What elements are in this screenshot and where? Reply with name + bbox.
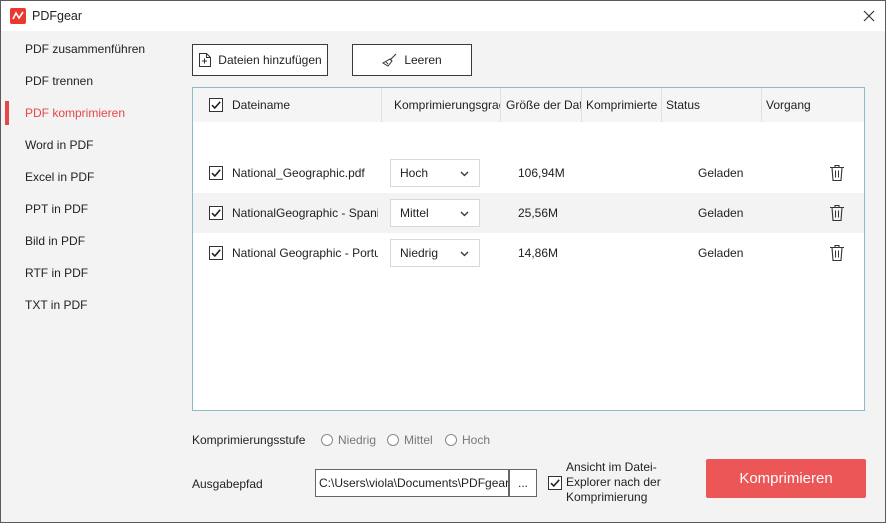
file-name: National Geographic - Portuguese.pdf: [232, 246, 378, 260]
sidebar-item-label: TXT in PDF: [25, 298, 88, 312]
compression-level-select[interactable]: Niedrig: [390, 239, 480, 267]
add-files-button[interactable]: Dateien hinzufügen: [192, 44, 328, 76]
file-name: NationalGeographic - Spanish.pdf: [232, 206, 378, 220]
sidebar-item-rtf[interactable]: RTF in PDF: [5, 259, 172, 287]
checkmark-icon: [211, 101, 221, 110]
sidebar-item-txt[interactable]: TXT in PDF: [5, 291, 172, 319]
app-window: PDFgear PDF zusammenführen PDF trennen P…: [0, 0, 886, 523]
file-status: Geladen: [698, 246, 744, 260]
table-row: National Geographic - Portuguese.pdf Nie…: [193, 233, 864, 273]
delete-trash-icon[interactable]: [829, 164, 845, 182]
checkmark-icon: [211, 249, 221, 258]
sidebar-item-ppt[interactable]: PPT in PDF: [5, 195, 172, 223]
column-header-size[interactable]: Größe der Datei: [502, 88, 582, 122]
chevron-down-icon: [460, 251, 469, 257]
compress-button[interactable]: Komprimieren: [706, 459, 866, 498]
column-header-action[interactable]: Vorgang: [762, 88, 864, 122]
radio-low-label: Niedrig: [338, 433, 377, 447]
select-all-checkbox[interactable]: [209, 98, 223, 112]
sidebar-item-label: Bild in PDF: [25, 234, 86, 248]
open-explorer-label: Ansicht im Datei- Explorer nach der Komp…: [566, 460, 661, 504]
sidebar-item-word[interactable]: Word in PDF: [5, 131, 172, 159]
delete-trash-icon[interactable]: [829, 204, 845, 222]
pdfgear-logo-icon: [10, 8, 26, 24]
title-bar: PDFgear: [1, 1, 885, 31]
table-row: National_Geographic.pdf Hoch 106,94M Gel…: [193, 153, 864, 193]
radio-high[interactable]: [445, 434, 457, 446]
row-checkbox[interactable]: [209, 206, 223, 220]
column-header-compressed[interactable]: Komprimierte: [582, 88, 662, 122]
sidebar: PDF zusammenführen PDF trennen PDF kompr…: [1, 31, 172, 522]
checkmark-icon: [211, 209, 221, 218]
file-status: Geladen: [698, 206, 744, 220]
chevron-down-icon: [460, 171, 469, 177]
table-header: Dateiname Komprimierungsgrad Größe der D…: [193, 88, 864, 122]
close-button[interactable]: [857, 5, 881, 27]
table-row: NationalGeographic - Spanish.pdf Mittel …: [193, 193, 864, 233]
sidebar-item-label: PDF trennen: [25, 74, 94, 88]
row-checkbox[interactable]: [209, 166, 223, 180]
sidebar-item-label: PPT in PDF: [25, 202, 89, 216]
sidebar-item-label: PDF komprimieren: [25, 106, 126, 120]
checkmark-icon: [550, 479, 560, 488]
sidebar-item-label: PDF zusammenführen: [25, 42, 146, 56]
add-files-label: Dateien hinzufügen: [218, 53, 322, 67]
open-explorer-checkbox[interactable]: [548, 476, 562, 490]
column-header-status[interactable]: Status: [662, 88, 762, 122]
clear-button[interactable]: Leeren: [352, 44, 472, 76]
file-name: National_Geographic.pdf: [232, 166, 365, 180]
app-title: PDFgear: [32, 9, 83, 23]
main-panel: Dateien hinzufügen Leeren Dateiname Komp…: [172, 31, 885, 522]
radio-low[interactable]: [321, 434, 333, 446]
file-table: Dateiname Komprimierungsgrad Größe der D…: [192, 87, 865, 411]
sidebar-item-compress[interactable]: PDF komprimieren: [5, 99, 172, 127]
sidebar-item-label: RTF in PDF: [25, 266, 89, 280]
compression-level-select[interactable]: Mittel: [390, 199, 480, 227]
file-size: 106,94M: [518, 166, 565, 180]
chevron-down-icon: [460, 211, 469, 217]
sidebar-item-label: Word in PDF: [25, 138, 94, 152]
file-size: 14,86M: [518, 246, 559, 260]
broom-icon: [382, 53, 397, 67]
sidebar-item-label: Excel in PDF: [25, 170, 95, 184]
delete-trash-icon[interactable]: [829, 244, 845, 262]
clear-label: Leeren: [404, 53, 442, 67]
row-checkbox[interactable]: [209, 246, 223, 260]
column-header-filename[interactable]: Dateiname: [228, 88, 382, 122]
compression-level-label: Komprimierungsstufe: [192, 433, 306, 447]
sidebar-item-image[interactable]: Bild in PDF: [5, 227, 172, 255]
radio-high-label: Hoch: [462, 433, 491, 447]
add-file-icon: [199, 53, 212, 67]
compression-level-select[interactable]: Hoch: [390, 159, 480, 187]
output-path-input[interactable]: [315, 469, 509, 497]
column-header-compression[interactable]: Komprimierungsgrad: [390, 88, 501, 122]
sidebar-item-split[interactable]: PDF trennen: [5, 67, 172, 95]
radio-medium[interactable]: [387, 434, 399, 446]
output-path-label: Ausgabepfad: [192, 477, 263, 491]
browse-button[interactable]: ...: [509, 469, 537, 497]
checkmark-icon: [211, 169, 221, 178]
file-size: 25,56M: [518, 206, 559, 220]
radio-medium-label: Mittel: [404, 433, 433, 447]
close-icon: [863, 10, 875, 22]
file-status: Geladen: [698, 166, 744, 180]
sidebar-item-merge[interactable]: PDF zusammenführen: [5, 35, 172, 63]
sidebar-item-excel[interactable]: Excel in PDF: [5, 163, 172, 191]
